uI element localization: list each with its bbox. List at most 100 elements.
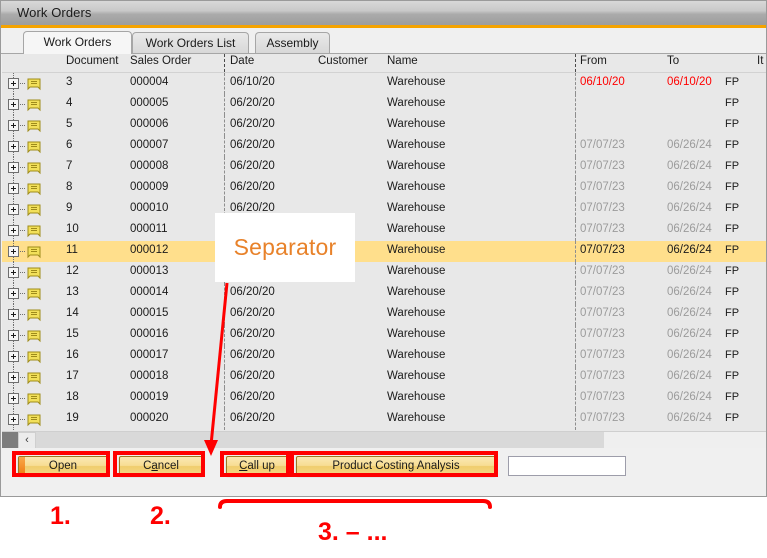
horizontal-scrollbar[interactable]: ‹ (2, 431, 767, 449)
table-row[interactable]: 12000013Warehouse07/07/2306/26/24FP (2, 262, 767, 283)
table-row[interactable]: 1900002006/20/20Warehouse07/07/2306/26/2… (2, 409, 767, 430)
cell-sales-order: 000006 (130, 118, 168, 130)
expand-plus-icon[interactable] (8, 267, 19, 278)
cell-from: 07/07/23 (580, 286, 625, 298)
cell-document: 4 (66, 97, 72, 109)
cell-document: 19 (66, 412, 79, 424)
table-row[interactable]: 600000706/20/20Warehouse07/07/2306/26/24… (2, 136, 767, 157)
expand-plus-icon[interactable] (8, 330, 19, 341)
column-header-name[interactable]: Name (387, 55, 418, 67)
expand-plus-icon[interactable] (8, 141, 19, 152)
tree-connector (20, 104, 25, 105)
table-row[interactable]: 1600001706/20/20Warehouse07/07/2306/26/2… (2, 346, 767, 367)
document-icon[interactable] (27, 161, 41, 175)
expand-plus-icon[interactable] (8, 246, 19, 257)
expand-plus-icon[interactable] (8, 393, 19, 404)
expand-plus-icon[interactable] (8, 120, 19, 131)
tab-label: Work Orders List (146, 36, 236, 50)
expand-plus-icon[interactable] (8, 372, 19, 383)
column-header-item[interactable]: It (757, 55, 763, 67)
table-row[interactable]: 11000012Warehouse07/07/2306/26/24FP (2, 241, 767, 262)
cell-date: 06/20/20 (230, 139, 275, 151)
document-icon[interactable] (27, 413, 41, 427)
document-icon[interactable] (27, 329, 41, 343)
table-row[interactable]: 10000011Warehouse07/07/2306/26/24FP (2, 220, 767, 241)
column-header-date[interactable]: Date (230, 55, 254, 67)
tab-work-orders[interactable]: Work Orders (23, 31, 132, 54)
tab-work-orders-list[interactable]: Work Orders List (132, 32, 249, 54)
column-header-to[interactable]: To (667, 55, 679, 67)
table-row[interactable]: 800000906/20/20Warehouse07/07/2306/26/24… (2, 178, 767, 199)
column-separator (224, 136, 225, 157)
scrollbar-thumb[interactable] (36, 432, 604, 449)
document-icon[interactable] (27, 77, 41, 91)
table-row[interactable]: 1400001506/20/20Warehouse07/07/2306/26/2… (2, 304, 767, 325)
cell-sales-order: 000004 (130, 76, 168, 88)
table-row[interactable]: 900001006/20/20Warehouse07/07/2306/26/24… (2, 199, 767, 220)
cell-date: 06/20/20 (230, 181, 275, 193)
document-icon[interactable] (27, 308, 41, 322)
table-row[interactable]: 1800001906/20/20Warehouse07/07/2306/26/2… (2, 388, 767, 409)
document-icon[interactable] (27, 224, 41, 238)
cell-item: FP (725, 118, 739, 130)
document-icon[interactable] (27, 287, 41, 301)
expand-plus-icon[interactable] (8, 99, 19, 110)
table-row[interactable]: 400000506/20/20WarehouseFP (2, 94, 767, 115)
table-row[interactable]: 1700001806/20/20Warehouse07/07/2306/26/2… (2, 367, 767, 388)
expand-plus-icon[interactable] (8, 351, 19, 362)
expand-plus-icon[interactable] (8, 309, 19, 320)
document-icon[interactable] (27, 119, 41, 133)
cell-sales-order: 000012 (130, 244, 168, 256)
work-orders-grid[interactable]: Document Sales Order Date Customer Name … (2, 54, 767, 431)
document-icon[interactable] (27, 350, 41, 364)
cell-date: 06/20/20 (230, 286, 275, 298)
column-header-from[interactable]: From (580, 55, 607, 67)
cell-date: 06/20/20 (230, 370, 275, 382)
tree-connector (20, 251, 25, 252)
scroll-left-arrow-icon[interactable]: ‹ (18, 432, 36, 449)
tree-connector (20, 230, 25, 231)
tree-connector (20, 125, 25, 126)
cell-sales-order: 000007 (130, 139, 168, 151)
expand-plus-icon[interactable] (8, 414, 19, 425)
column-header-document[interactable]: Document (66, 55, 118, 67)
cell-item: FP (725, 223, 739, 235)
document-icon[interactable] (27, 392, 41, 406)
document-icon[interactable] (27, 182, 41, 196)
table-row[interactable]: 1300001406/20/20Warehouse07/07/2306/26/2… (2, 283, 767, 304)
expand-plus-icon[interactable] (8, 162, 19, 173)
cell-date: 06/20/20 (230, 118, 275, 130)
document-icon[interactable] (27, 98, 41, 112)
expand-plus-icon[interactable] (8, 288, 19, 299)
table-row[interactable]: 500000606/20/20WarehouseFP (2, 115, 767, 136)
tree-connector (20, 335, 25, 336)
document-icon[interactable] (27, 140, 41, 154)
document-icon[interactable] (27, 371, 41, 385)
document-icon[interactable] (27, 266, 41, 280)
search-input[interactable] (508, 456, 626, 476)
column-separator (575, 262, 576, 283)
column-header-customer[interactable]: Customer (318, 55, 368, 67)
expand-plus-icon[interactable] (8, 78, 19, 89)
cell-name: Warehouse (387, 139, 445, 151)
expand-plus-icon[interactable] (8, 183, 19, 194)
table-row[interactable]: 700000806/20/20Warehouse07/07/2306/26/24… (2, 157, 767, 178)
column-header-sales-order[interactable]: Sales Order (130, 55, 191, 67)
annotation-box-cancel (113, 451, 205, 477)
tab-assembly[interactable]: Assembly (255, 32, 330, 54)
column-separator (224, 388, 225, 409)
table-row[interactable]: 1500001606/20/20Warehouse07/07/2306/26/2… (2, 325, 767, 346)
scrollbar-corner (2, 432, 18, 449)
cell-from: 07/07/23 (580, 307, 625, 319)
column-separator-date[interactable] (224, 54, 225, 72)
document-icon[interactable] (27, 203, 41, 217)
column-separator-from[interactable] (575, 54, 576, 72)
expand-plus-icon[interactable] (8, 204, 19, 215)
expand-plus-icon[interactable] (8, 225, 19, 236)
cell-name: Warehouse (387, 307, 445, 319)
document-icon[interactable] (27, 245, 41, 259)
column-separator (224, 367, 225, 388)
scrollbar-track-remainder[interactable] (604, 432, 767, 449)
table-row[interactable]: 300000406/10/20Warehouse06/10/2006/10/20… (2, 73, 767, 94)
cell-to: 06/26/24 (667, 412, 712, 424)
